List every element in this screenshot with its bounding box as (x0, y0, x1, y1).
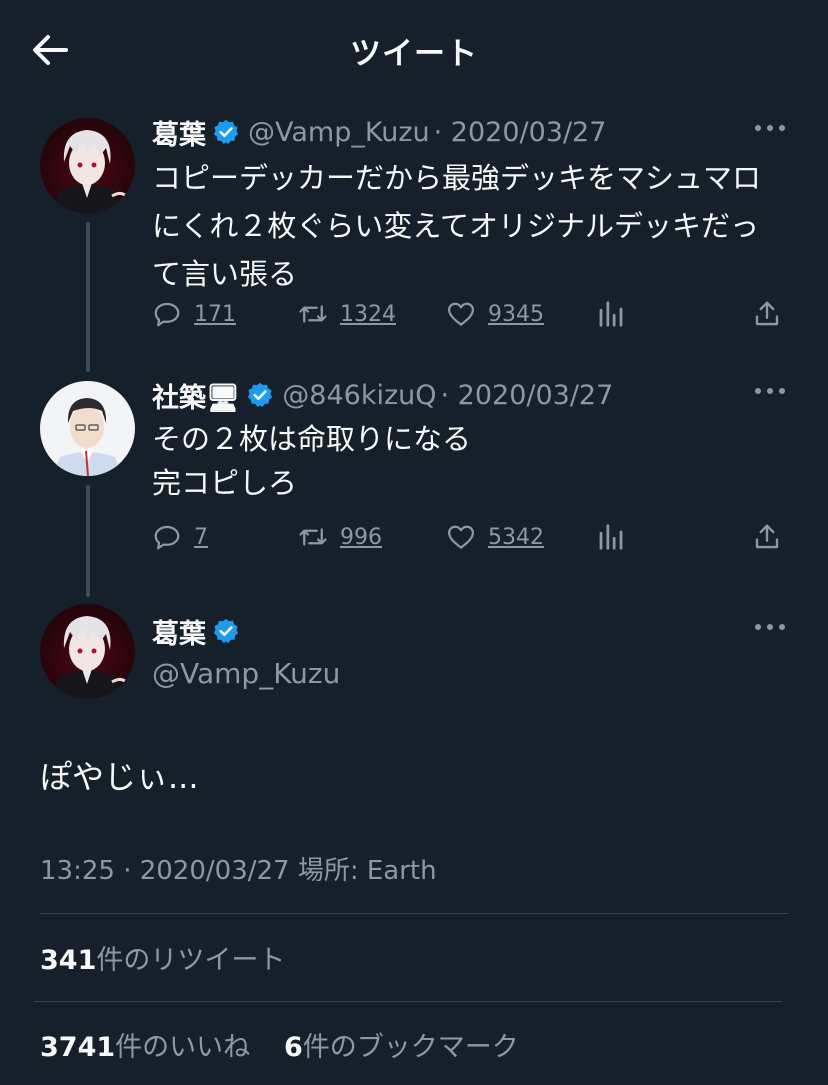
reply-icon (154, 525, 180, 550)
share-icon (755, 301, 779, 326)
tweet-text: コピーデッカーだから最強デッキをマシュマロ にくれ２枚ぐらい変えてオリジナルデッ… (152, 154, 788, 298)
divider (40, 913, 788, 914)
thread-line (86, 222, 90, 372)
avatar-image (52, 398, 123, 476)
verified-badge-icon (213, 618, 239, 644)
avatar[interactable] (40, 604, 135, 699)
analytics-icon (599, 524, 623, 550)
tweet-actions: 7 996 5342 (152, 517, 792, 557)
display-name[interactable]: 葛葉 (152, 612, 206, 651)
share-button[interactable] (752, 294, 782, 334)
avatar-image (50, 130, 130, 213)
like-count: 5342 (488, 524, 544, 550)
tweet[interactable]: 葛葉 @Vamp_Kuzu · 2020/03/27 コピーデッカーだから最強デ… (152, 112, 788, 298)
tweet-text-line: にくれ２枚ぐらい変えてオリジナルデッキだっ (152, 209, 759, 243)
tweet-timestamp-location[interactable]: 13:25 · 2020/03/27 場所: Earth (40, 850, 437, 887)
retweet-icon (299, 305, 327, 323)
tweet-date[interactable]: · 2020/03/27 (441, 380, 614, 411)
retweet-button[interactable]: 1324 (298, 294, 396, 334)
thread-line (86, 485, 90, 597)
like-button[interactable]: 9345 (446, 294, 544, 334)
reply-count: 7 (194, 524, 208, 550)
reply-icon (154, 302, 180, 327)
retweet-count: 996 (340, 524, 382, 550)
retweet-button[interactable]: 996 (298, 517, 382, 557)
tweet-text-line: て言い張る (152, 257, 298, 291)
page-title: ツイート (350, 36, 478, 72)
like-total: 3741 (40, 1032, 116, 1063)
like-count: 9345 (488, 301, 544, 327)
display-name[interactable]: 葛葉 (152, 113, 206, 152)
like-stats[interactable]: 3741件のいいね (40, 1025, 250, 1064)
like-stats-label: 件のいいね (115, 1032, 251, 1063)
divider (34, 1001, 782, 1002)
avatar[interactable] (40, 381, 135, 476)
tweet-text-line: その２枚は命取りになる (152, 422, 472, 456)
tweet-text: その２枚は命取りになる 完コピしろ (152, 417, 788, 505)
verified-badge-icon (248, 382, 273, 408)
main-tweet-header[interactable]: 葛葉 @Vamp_Kuzu (152, 611, 788, 690)
verified-badge-icon (213, 119, 239, 145)
analytics-button[interactable] (596, 294, 626, 334)
tweet-text-line: コピーデッカーだから最強デッキをマシュマロ (152, 161, 762, 195)
retweet-stats[interactable]: 341件のリツイート (40, 938, 285, 977)
retweet-stats-label: 件のリツイート (96, 945, 286, 976)
tweet-date[interactable]: · 2020/03/27 (434, 117, 607, 148)
analytics-icon (599, 301, 623, 327)
main-tweet-text: ぽやじぃ... (40, 758, 199, 796)
like-icon (448, 302, 474, 326)
like-icon (448, 525, 474, 549)
display-name[interactable]: 社築🖥 (152, 376, 240, 415)
more-icon[interactable] (752, 116, 788, 140)
reply-count: 171 (194, 301, 236, 327)
handle[interactable]: @Vamp_Kuzu (152, 657, 788, 690)
tweet-text-line: 完コピしろ (152, 466, 298, 500)
more-icon[interactable] (752, 379, 788, 403)
handle[interactable]: @Vamp_Kuzu (248, 117, 430, 148)
tweet-actions: 171 1324 9345 (152, 294, 792, 334)
bookmark-stats-label: 件のブックマーク (302, 1032, 519, 1063)
like-button[interactable]: 5342 (446, 517, 544, 557)
reply-button[interactable]: 171 (152, 294, 236, 334)
avatar-image (50, 616, 130, 699)
top-bar: ツイート (0, 0, 828, 100)
tweet[interactable]: 社築🖥 @846kizuQ · 2020/03/27 その２枚は命取りになる 完… (152, 375, 788, 505)
avatar[interactable] (40, 118, 135, 213)
reply-button[interactable]: 7 (152, 517, 208, 557)
retweet-count: 1324 (340, 301, 396, 327)
analytics-button[interactable] (596, 517, 626, 557)
share-icon (755, 524, 779, 549)
bookmark-total: 6 (284, 1032, 303, 1063)
bookmark-stats[interactable]: 6件のブックマーク (284, 1025, 519, 1064)
share-button[interactable] (752, 517, 782, 557)
more-icon[interactable] (752, 615, 788, 639)
retweet-total: 341 (40, 945, 97, 976)
retweet-icon (299, 528, 327, 546)
handle[interactable]: @846kizuQ (282, 380, 436, 411)
